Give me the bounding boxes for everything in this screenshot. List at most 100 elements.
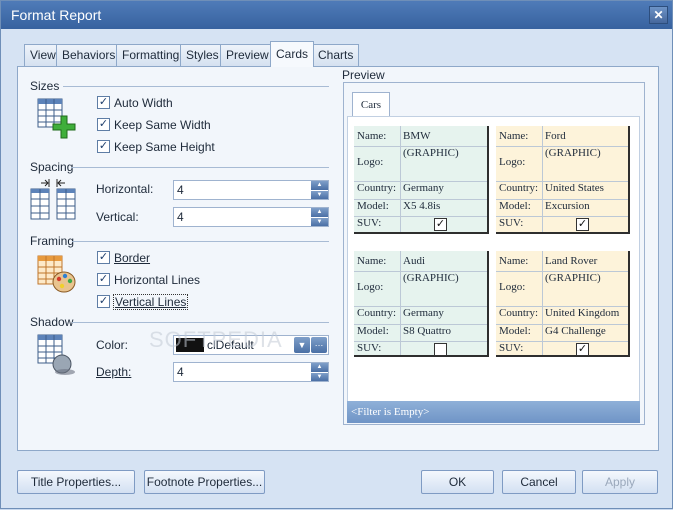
sizes-section-title: Sizes bbox=[30, 79, 60, 93]
card-field-label: Logo: bbox=[357, 156, 384, 168]
card-field-value: Germany bbox=[403, 182, 444, 194]
card-row-divider bbox=[496, 271, 628, 272]
card-column-divider bbox=[542, 126, 543, 232]
card-row-divider bbox=[354, 324, 487, 325]
card-row-divider bbox=[496, 341, 628, 342]
card-row-divider bbox=[354, 199, 487, 200]
suv-checkbox[interactable]: ✓ bbox=[576, 343, 589, 356]
card-field-label: Logo: bbox=[357, 281, 384, 293]
card-row-divider bbox=[496, 199, 628, 200]
shadow-section-title: Shadow bbox=[30, 315, 74, 329]
card-column-divider bbox=[542, 251, 543, 355]
card-field-value: (GRAPHIC) bbox=[545, 147, 601, 159]
card-field-value: BMW bbox=[403, 130, 431, 142]
depth-spin-edit[interactable]: 4 ▲ ▼ bbox=[173, 362, 329, 382]
auto-width-checkbox[interactable]: ✓ bbox=[97, 96, 110, 109]
keep-same-width-checkbox[interactable]: ✓ bbox=[97, 118, 110, 131]
card-field-label: Model: bbox=[499, 200, 531, 212]
shadow-divider bbox=[72, 322, 329, 323]
depth-label: Depth: bbox=[96, 365, 132, 379]
format-report-window: Format Report ✕ View Behaviors Formattin… bbox=[0, 0, 673, 509]
horizontal-label: Horizontal: bbox=[96, 182, 154, 196]
card-ford[interactable]: Name: Ford Logo: (GRAPHIC) Country: United St… bbox=[496, 126, 630, 234]
card-land-rover[interactable]: Name: Land Rover Logo: (GRAPHIC) Country: Uni… bbox=[496, 251, 630, 357]
card-field-label: Model: bbox=[499, 325, 531, 337]
ellipsis-icon[interactable]: … bbox=[311, 337, 327, 353]
sizes-icon bbox=[37, 98, 77, 143]
sizes-divider bbox=[63, 86, 329, 87]
card-field-value: Ford bbox=[545, 130, 566, 142]
card-field-value: (GRAPHIC) bbox=[403, 272, 459, 284]
card-field-label: SUV: bbox=[357, 342, 382, 354]
keep-same-width-label: Keep Same Width bbox=[114, 118, 211, 132]
card-row-divider bbox=[354, 341, 487, 342]
keep-same-height-checkbox[interactable]: ✓ bbox=[97, 140, 110, 153]
color-label: Color: bbox=[96, 338, 129, 352]
vertical-label: Vertical: bbox=[96, 210, 139, 224]
vertical-spin-edit[interactable]: 4 ▲ ▼ bbox=[173, 207, 329, 227]
border-checkbox[interactable]: ✓ bbox=[97, 251, 110, 264]
card-column-divider bbox=[400, 251, 401, 355]
card-row-divider bbox=[496, 216, 628, 217]
depth-down-arrow-icon[interactable]: ▼ bbox=[311, 372, 328, 381]
card-column-divider bbox=[400, 126, 401, 232]
horizontal-lines-checkbox[interactable]: ✓ bbox=[97, 273, 110, 286]
filter-bar[interactable]: <Filter is Empty> bbox=[347, 401, 640, 423]
card-field-value: S8 Quattro bbox=[403, 325, 451, 337]
card-field-label: Country: bbox=[357, 182, 397, 194]
horizontal-lines-label: Horizontal Lines bbox=[114, 273, 201, 287]
card-field-value: X5 4.8is bbox=[403, 200, 441, 212]
card-field-label: SUV: bbox=[499, 342, 524, 354]
card-row-divider bbox=[354, 306, 487, 307]
vertical-value: 4 bbox=[177, 210, 184, 224]
card-field-label: Name: bbox=[357, 255, 387, 267]
footnote-properties-button[interactable]: Footnote Properties... bbox=[144, 470, 265, 494]
card-row-divider bbox=[496, 181, 628, 182]
ok-button[interactable]: OK bbox=[421, 470, 494, 494]
cancel-button[interactable]: Cancel bbox=[502, 470, 576, 494]
vertical-down-arrow-icon[interactable]: ▼ bbox=[311, 217, 328, 226]
card-bmw[interactable]: Name: BMW Logo: (GRAPHIC) Country: Germany Mod… bbox=[354, 126, 489, 234]
horizontal-down-arrow-icon[interactable]: ▼ bbox=[311, 190, 328, 199]
spacing-section-title: Spacing bbox=[30, 160, 74, 174]
apply-button[interactable]: Apply bbox=[582, 470, 658, 494]
auto-width-label: Auto Width bbox=[114, 96, 173, 110]
card-field-label: Country: bbox=[357, 307, 397, 319]
title-properties-button[interactable]: Title Properties... bbox=[17, 470, 135, 494]
card-field-value: United States bbox=[545, 182, 604, 194]
card-field-value: United Kingdom bbox=[545, 307, 620, 319]
card-row-divider bbox=[354, 216, 487, 217]
vertical-lines-checkbox[interactable]: ✓ bbox=[97, 295, 110, 308]
card-row-divider bbox=[496, 324, 628, 325]
card-field-label: Name: bbox=[499, 130, 529, 142]
suv-checkbox[interactable]: ✓ bbox=[576, 218, 589, 231]
card-field-value: (GRAPHIC) bbox=[545, 272, 601, 284]
card-field-value: Land Rover bbox=[545, 255, 598, 267]
depth-value: 4 bbox=[177, 365, 184, 379]
suv-checkbox[interactable]: ✓ bbox=[434, 218, 447, 231]
card-audi[interactable]: Name: Audi Logo: (GRAPHIC) Country: Germany Mo… bbox=[354, 251, 489, 357]
card-field-value: Germany bbox=[403, 307, 444, 319]
card-field-label: SUV: bbox=[499, 217, 524, 229]
keep-same-height-label: Keep Same Height bbox=[114, 140, 215, 154]
depth-up-arrow-icon[interactable]: ▲ bbox=[311, 363, 328, 372]
framing-divider bbox=[72, 241, 329, 242]
card-field-label: Logo: bbox=[499, 156, 526, 168]
card-row-divider bbox=[354, 146, 487, 147]
card-field-value: G4 Challenge bbox=[545, 325, 606, 337]
card-field-label: SUV: bbox=[357, 217, 382, 229]
suv-checkbox[interactable] bbox=[434, 343, 447, 356]
border-label: Border bbox=[114, 251, 151, 265]
card-row-divider bbox=[496, 146, 628, 147]
spacing-icon bbox=[30, 177, 78, 224]
card-field-label: Country: bbox=[499, 307, 539, 319]
card-field-value: (GRAPHIC) bbox=[403, 147, 459, 159]
vertical-up-arrow-icon[interactable]: ▲ bbox=[311, 208, 328, 217]
horizontal-spin-edit[interactable]: 4 ▲ ▼ bbox=[173, 180, 329, 200]
chevron-down-icon[interactable]: ▼ bbox=[294, 337, 310, 353]
card-field-label: Name: bbox=[499, 255, 529, 267]
card-field-label: Model: bbox=[357, 325, 389, 337]
spacing-divider bbox=[71, 167, 329, 168]
horizontal-up-arrow-icon[interactable]: ▲ bbox=[311, 181, 328, 190]
preview-tab-cars[interactable]: Cars bbox=[352, 92, 390, 117]
